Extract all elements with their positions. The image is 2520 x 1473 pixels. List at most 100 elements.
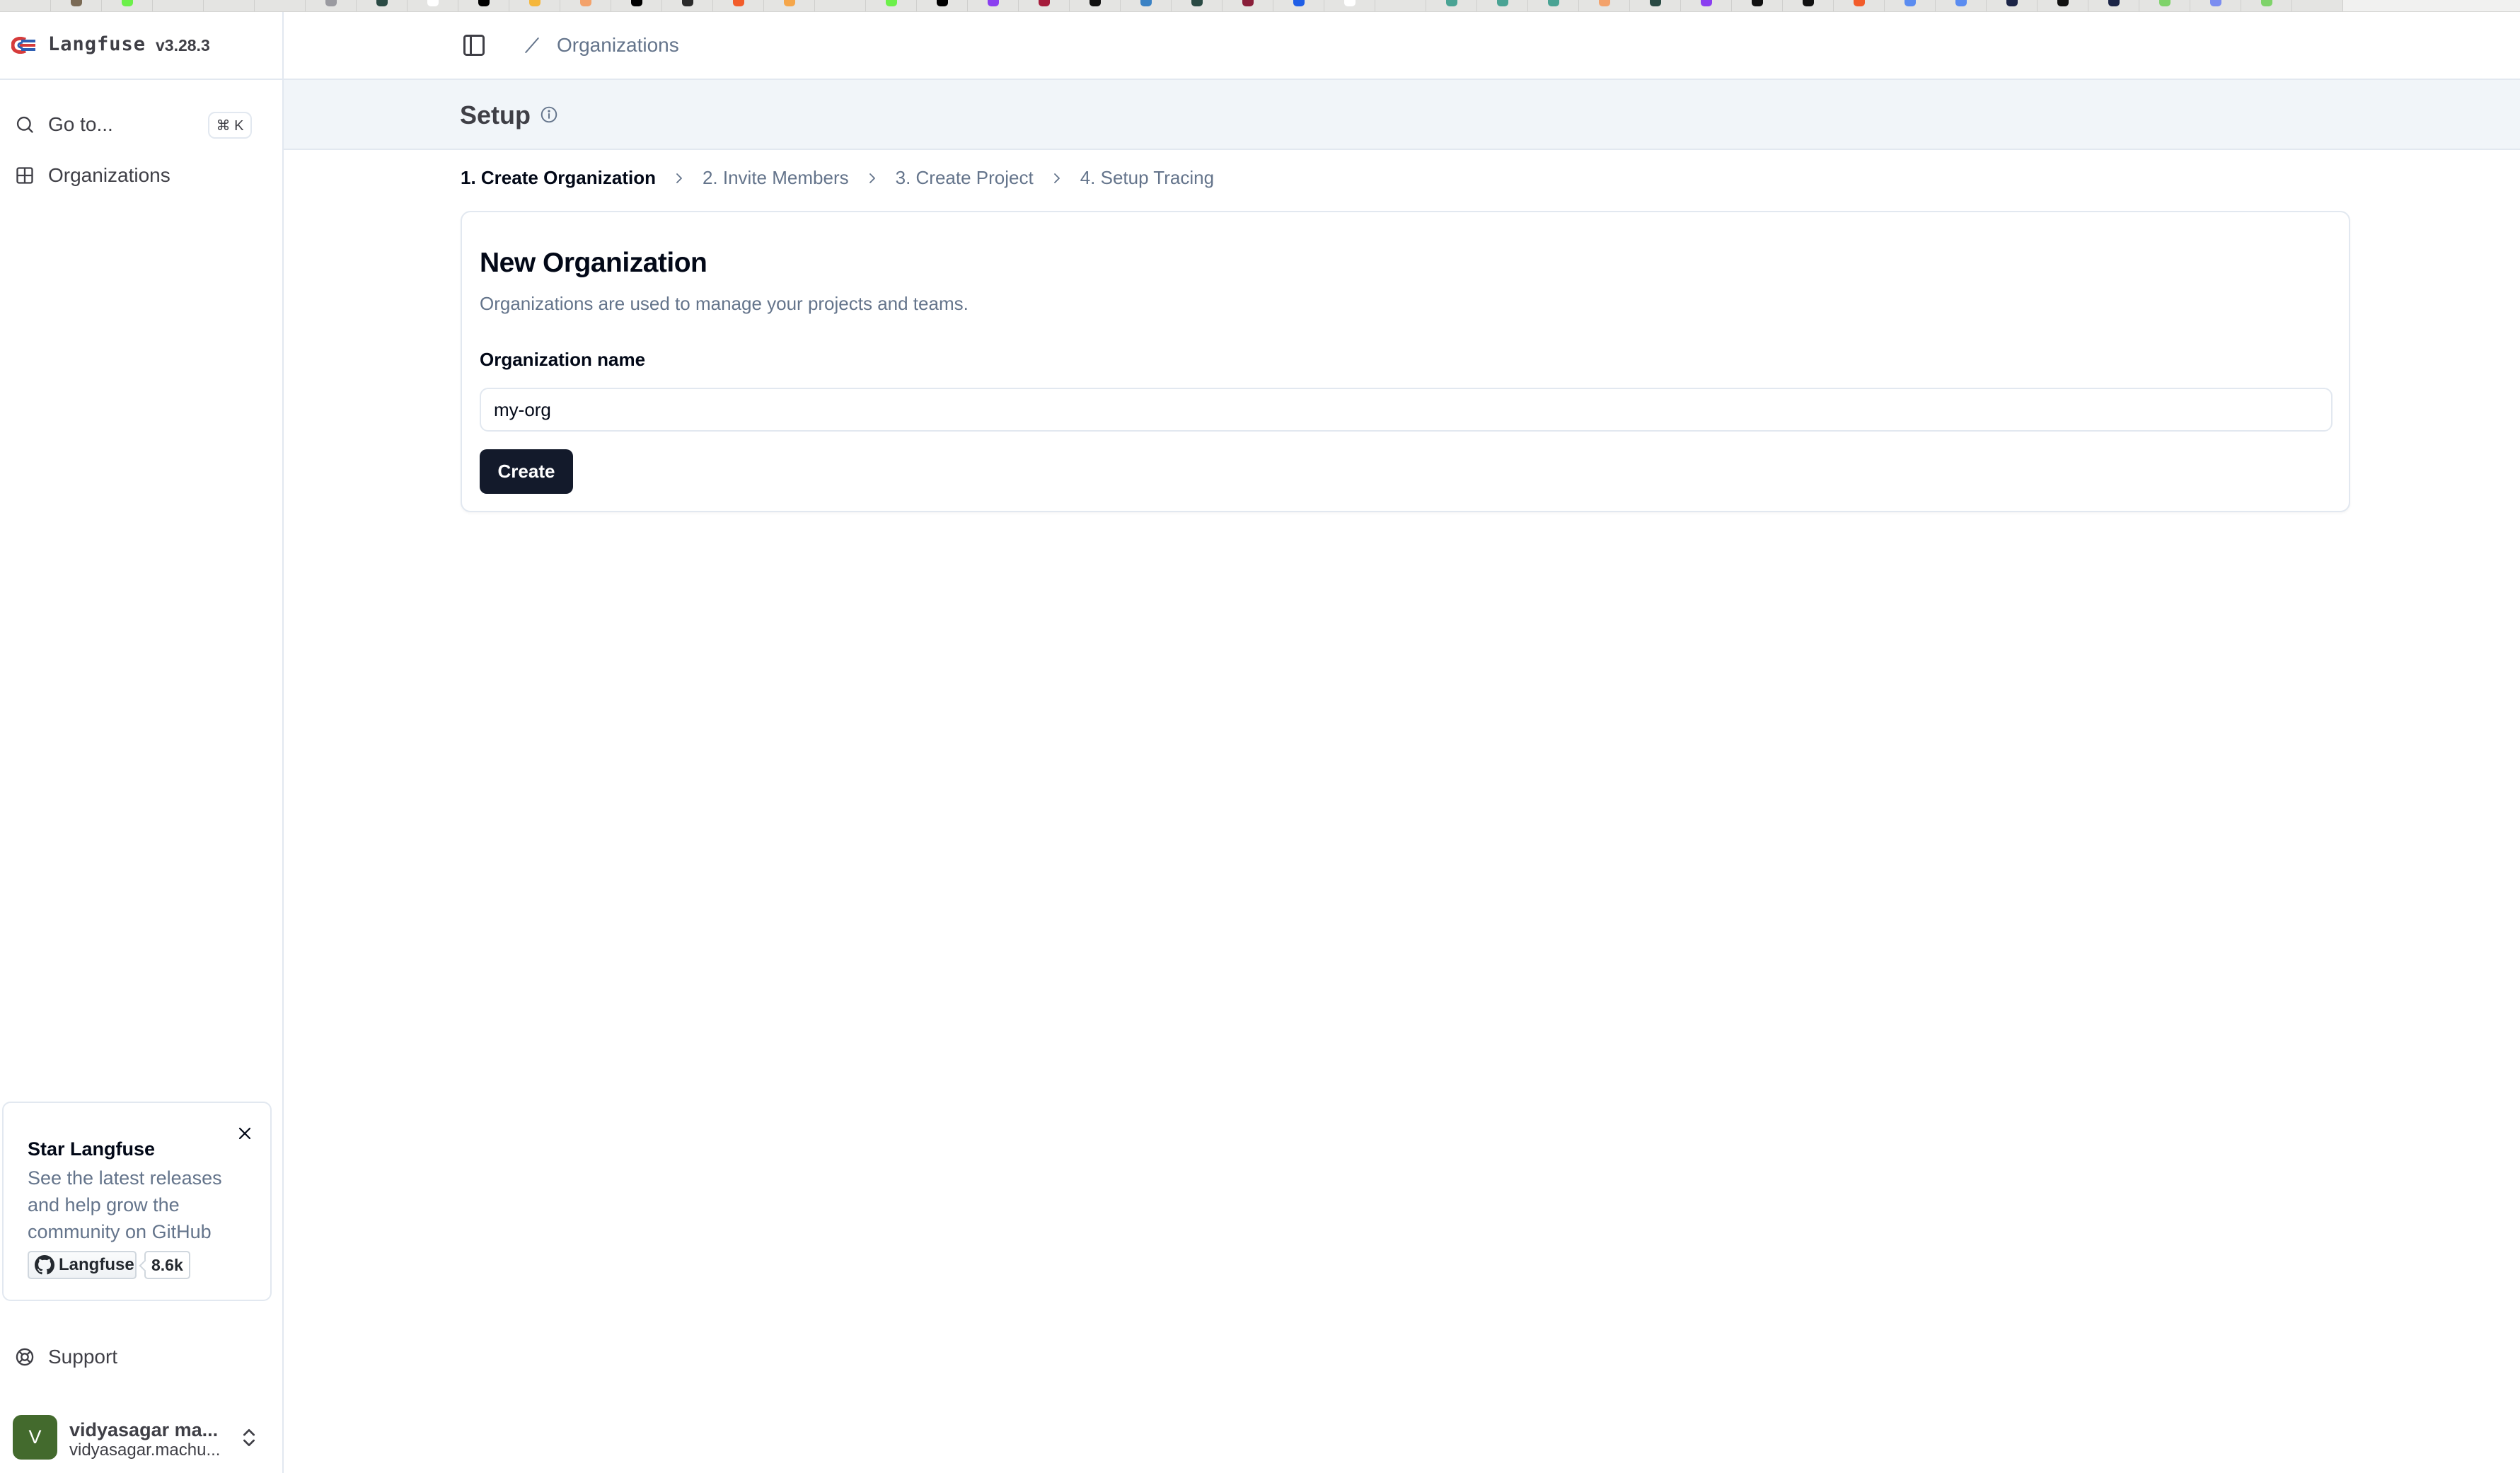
browser-tab[interactable] [2241, 0, 2292, 11]
tab-favicon-icon [1242, 0, 1254, 6]
sidebar-toggle-icon[interactable] [461, 32, 487, 59]
browser-tab[interactable] [1681, 0, 1732, 11]
browser-tab[interactable] [2038, 0, 2088, 11]
browser-tab[interactable] [764, 0, 815, 11]
browser-tab[interactable] [1070, 0, 1121, 11]
tab-favicon-icon [1752, 0, 1763, 6]
browser-tab[interactable] [866, 0, 917, 11]
browser-tab[interactable] [1630, 0, 1681, 11]
browser-tab[interactable] [662, 0, 713, 11]
star-card-description: See the latest releases and help grow th… [28, 1167, 222, 1242]
browser-tab[interactable] [1324, 0, 1375, 11]
grid-icon [14, 165, 35, 186]
browser-tab[interactable] [560, 0, 611, 11]
browser-tab[interactable] [968, 0, 1019, 11]
browser-tab[interactable] [357, 0, 408, 11]
browser-tab[interactable] [1121, 0, 1172, 11]
tab-favicon-icon [682, 0, 693, 6]
browser-tab[interactable] [1223, 0, 1273, 11]
tab-favicon-icon [376, 0, 388, 6]
browser-tab[interactable] [204, 0, 255, 11]
tab-favicon-icon [631, 0, 642, 6]
sidebar-brand[interactable]: Langfuse v3.28.3 [0, 12, 282, 80]
browser-tab[interactable] [2088, 0, 2139, 11]
browser-tab[interactable] [0, 0, 51, 11]
tab-favicon-icon [1955, 0, 1967, 6]
browser-tab[interactable] [611, 0, 662, 11]
breadcrumb-separator-icon [525, 37, 539, 53]
user-menu[interactable]: V vidyasagar ma... vidyasagar.machu... [0, 1415, 282, 1460]
tab-favicon-icon [2159, 0, 2171, 6]
tab-favicon-icon [122, 0, 133, 6]
browser-tab[interactable] [2292, 0, 2343, 11]
browser-tab[interactable] [1477, 0, 1528, 11]
tab-favicon-icon [1191, 0, 1203, 6]
create-button[interactable]: Create [480, 449, 573, 494]
breadcrumb-organizations[interactable]: Organizations [557, 34, 679, 57]
browser-tab[interactable] [1019, 0, 1070, 11]
tab-favicon-icon [2108, 0, 2120, 6]
github-star-widget: Langfuse 8.6k [28, 1251, 190, 1279]
github-icon [35, 1255, 54, 1275]
search-icon [14, 114, 35, 135]
browser-tab[interactable] [1273, 0, 1324, 11]
tab-favicon-icon [580, 0, 591, 6]
browser-tab[interactable] [102, 0, 153, 11]
tab-favicon-icon [1650, 0, 1661, 6]
tab-favicon-icon [937, 0, 948, 6]
close-icon[interactable] [234, 1123, 255, 1144]
browser-tab[interactable] [458, 0, 509, 11]
browser-tab[interactable] [1987, 0, 2038, 11]
step-setup-tracing: 4. Setup Tracing [1080, 167, 1215, 188]
github-star-count[interactable]: 8.6k [144, 1251, 190, 1279]
tab-favicon-icon [274, 0, 286, 6]
tab-favicon-icon [2261, 0, 2272, 6]
browser-tab[interactable] [917, 0, 968, 11]
organization-name-input[interactable] [480, 388, 2333, 432]
browser-tab[interactable] [1885, 0, 1936, 11]
sidebar-item-goto[interactable]: Go to... ⌘ K [8, 104, 274, 145]
tab-favicon-icon [1599, 0, 1610, 6]
browser-tab[interactable] [815, 0, 866, 11]
browser-tab[interactable] [713, 0, 764, 11]
browser-tab[interactable] [1528, 0, 1579, 11]
user-name: vidyasagar ma... [69, 1419, 219, 1440]
github-button-label: Langfuse [59, 1255, 134, 1274]
brand-name: Langfuse [48, 33, 146, 55]
tab-favicon-icon [1090, 0, 1101, 6]
browser-tab[interactable] [1375, 0, 1426, 11]
info-icon[interactable] [540, 105, 558, 124]
card-title: New Organization [480, 248, 707, 278]
tab-favicon-icon [20, 0, 31, 6]
tab-favicon-icon [325, 0, 337, 6]
browser-tab[interactable] [509, 0, 560, 11]
browser-tab[interactable] [1579, 0, 1630, 11]
keyboard-shortcut-badge: ⌘ K [208, 112, 252, 139]
tab-favicon-icon [1548, 0, 1559, 6]
browser-tab[interactable] [1834, 0, 1885, 11]
browser-tab[interactable] [1426, 0, 1477, 11]
chevron-right-icon [1051, 170, 1063, 187]
browser-tab[interactable] [1783, 0, 1834, 11]
tab-favicon-icon [1395, 0, 1406, 6]
browser-tab[interactable] [1172, 0, 1223, 11]
browser-tab[interactable] [2139, 0, 2190, 11]
sidebar-item-label: Support [48, 1346, 118, 1368]
page-title: Setup [460, 100, 531, 129]
browser-tab[interactable] [153, 0, 204, 11]
browser-tab[interactable] [408, 0, 458, 11]
sidebar-item-organizations[interactable]: Organizations [8, 155, 274, 196]
setup-steps: 1. Create Organization 2. Invite Members… [461, 167, 1214, 189]
browser-tab[interactable] [255, 0, 306, 11]
browser-tab[interactable] [1936, 0, 1987, 11]
browser-tab[interactable] [306, 0, 357, 11]
sidebar-item-support[interactable]: Support [8, 1336, 274, 1377]
tab-favicon-icon [1701, 0, 1712, 6]
browser-tab[interactable] [51, 0, 102, 11]
tab-favicon-icon [2210, 0, 2221, 6]
tab-favicon-icon [71, 0, 82, 6]
github-star-button[interactable]: Langfuse [28, 1251, 137, 1279]
tab-favicon-icon [988, 0, 999, 6]
browser-tab[interactable] [1732, 0, 1783, 11]
browser-tab[interactable] [2190, 0, 2241, 11]
